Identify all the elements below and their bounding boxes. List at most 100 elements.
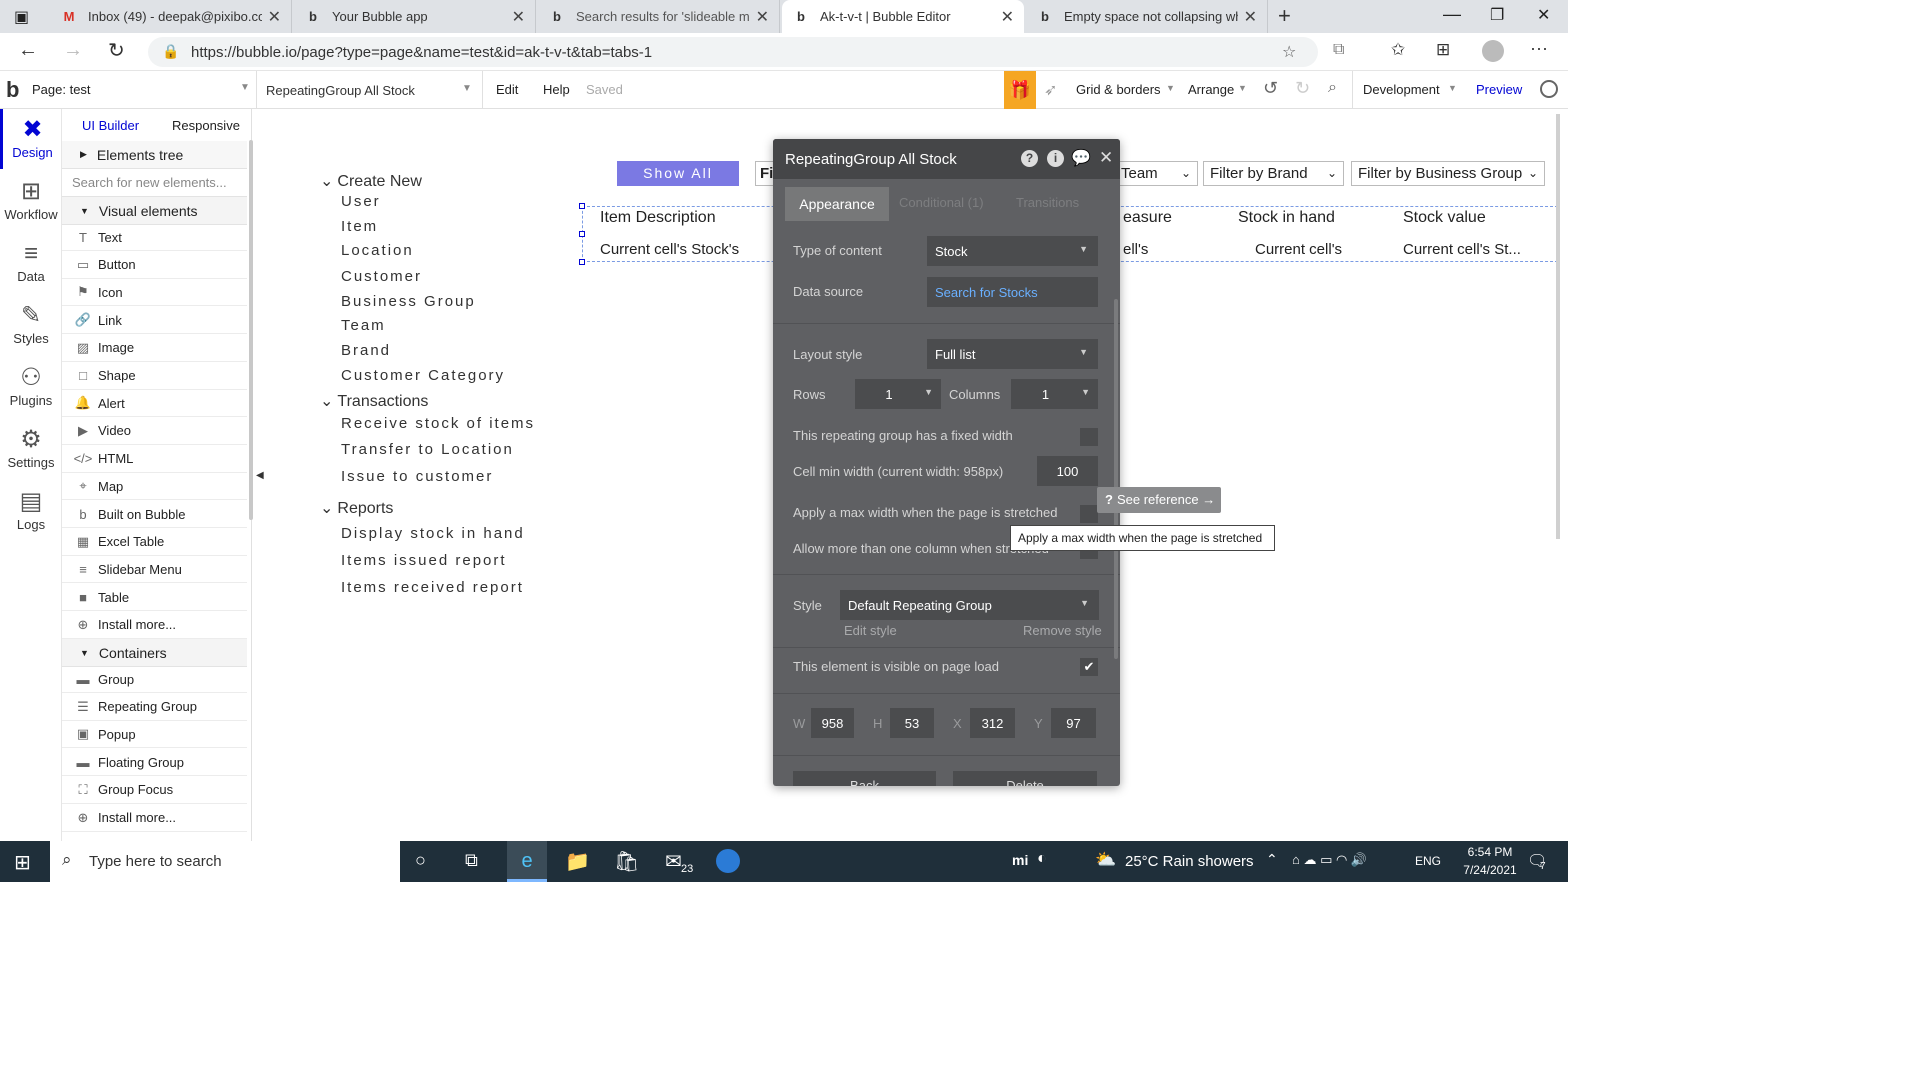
menu-section-header[interactable]: ⌄ Transactions [320, 391, 428, 411]
development-menu[interactable]: Development [1363, 82, 1440, 97]
element-selector[interactable]: RepeatingGroup All Stock [266, 83, 415, 98]
browser-tab-forum[interactable]: b Empty space not collapsing whe ✕ [1026, 0, 1268, 33]
style-dropdown[interactable]: Default Repeating Group ▼ [840, 590, 1099, 620]
menu-item[interactable]: Item [341, 218, 378, 235]
bottom-button-2[interactable]: Delete [953, 771, 1097, 786]
menu-item[interactable]: Location [341, 242, 414, 259]
language-indicator[interactable]: ENG [1415, 854, 1441, 868]
palette-item-install-more[interactable]: ⊕ Install more... [62, 805, 247, 832]
edit-menu[interactable]: Edit [496, 82, 518, 97]
clock-date[interactable]: 7/24/2021 [1458, 863, 1522, 877]
menu-section-header[interactable]: ⌄ Create New [320, 171, 422, 191]
info-icon[interactable]: i [1047, 150, 1064, 167]
collections-icon[interactable]: ⊞ [1436, 40, 1450, 60]
menu-item[interactable]: Brand [341, 342, 391, 359]
search-icon[interactable]: ⌕ [1328, 79, 1337, 97]
chevron-up-icon[interactable]: ⌃ [1266, 851, 1278, 868]
visible-on-load-checkbox[interactable]: ✔ [1080, 658, 1098, 676]
x-input[interactable]: 312 [970, 708, 1015, 738]
rail-plugins[interactable]: ⚇ Plugins [0, 357, 62, 417]
preview-link[interactable]: Preview [1476, 82, 1522, 97]
menu-item[interactable]: Display stock in hand [341, 525, 525, 542]
taskbar-search-box[interactable]: ⌕ Type here to search [50, 841, 400, 882]
fixed-width-checkbox[interactable] [1080, 428, 1098, 446]
palette-item-built-on-bubble[interactable]: b Built on Bubble [62, 501, 247, 528]
new-tab-icon[interactable]: + [1278, 3, 1291, 29]
width-input[interactable]: 958 [811, 708, 854, 738]
layout-style-dropdown[interactable]: Full list ▼ [927, 339, 1098, 369]
tab-transitions[interactable]: Transitions [1016, 195, 1079, 210]
menu-item[interactable]: Team [341, 317, 386, 334]
menu-item[interactable]: Business Group [341, 293, 476, 310]
minimize-icon[interactable]: — [1443, 4, 1461, 25]
extensions-icon[interactable]: ⧉ [1333, 41, 1344, 59]
palette-item-image[interactable]: ▨ Image [62, 335, 247, 362]
gift-icon[interactable]: 🎁 [1004, 71, 1036, 109]
cortana-icon[interactable]: ○ [415, 850, 426, 871]
height-input[interactable]: 53 [890, 708, 934, 738]
task-view-icon[interactable]: ⧉ [465, 850, 478, 871]
rows-dropdown[interactable]: 1 ▼ [855, 379, 941, 409]
help-menu[interactable]: Help [543, 82, 570, 97]
reload-icon[interactable]: ↻ [108, 38, 125, 63]
close-icon[interactable]: ✕ [1001, 7, 1014, 27]
rail-logs[interactable]: ▤ Logs [0, 481, 62, 541]
palette-item-slidebar-menu[interactable]: ≡ Slidebar Menu [62, 556, 247, 584]
rail-styles[interactable]: ✎ Styles [0, 295, 62, 355]
palette-scrollbar[interactable] [249, 140, 253, 520]
app-icon[interactable] [716, 849, 740, 873]
favorites-icon[interactable]: ✩ [1391, 40, 1405, 60]
clock-time[interactable]: 6:54 PM [1458, 845, 1522, 859]
max-width-checkbox[interactable] [1080, 505, 1098, 523]
rail-design[interactable]: ✖ Design [0, 109, 62, 169]
chevron-down-icon[interactable]: ▼ [240, 82, 250, 93]
tab-conditional[interactable]: Conditional (1) [899, 195, 984, 210]
tab-actions-icon[interactable]: ▣ [14, 7, 34, 26]
menu-section-header[interactable]: ⌄ Reports [320, 498, 393, 518]
redo-icon[interactable]: ↻ [1295, 78, 1310, 99]
palette-item-excel-table[interactable]: ▦ Excel Table [62, 529, 247, 556]
menu-item[interactable]: Items received report [341, 579, 524, 596]
back-icon[interactable]: ← [18, 39, 38, 62]
palette-item-group-focus[interactable]: ⛶ Group Focus [62, 777, 247, 804]
collapse-panel-icon[interactable]: ◀ [256, 470, 264, 481]
more-options-icon[interactable]: ··· [1530, 38, 1548, 59]
close-icon[interactable]: ✕ [756, 7, 769, 27]
menu-item[interactable]: Transfer to Location [341, 441, 514, 458]
profile-avatar[interactable] [1482, 40, 1504, 62]
palette-item-html[interactable]: </> HTML [62, 446, 247, 473]
browser-tab-bubble-app[interactable]: b Your Bubble app ✕ [294, 0, 536, 33]
palette-item-group[interactable]: ▬ Group [62, 666, 247, 693]
arrange-menu[interactable]: Arrange [1188, 82, 1234, 97]
palette-item-repeating-group[interactable]: ☰ Repeating Group [62, 694, 247, 721]
type-of-content-dropdown[interactable]: Stock ▼ [927, 236, 1098, 266]
rail-settings[interactable]: ⚙ Settings [0, 419, 62, 479]
window-close-icon[interactable]: ✕ [1537, 5, 1550, 25]
account-icon[interactable] [1540, 80, 1558, 98]
filter-business-group-dropdown[interactable]: Filter by Business Group ⌄ [1351, 161, 1545, 186]
page-selector[interactable]: Page: test [32, 82, 91, 97]
resize-handle[interactable] [579, 231, 585, 237]
menu-item[interactable]: Items issued report [341, 552, 507, 569]
element-search-input[interactable]: Search for new elements... [62, 169, 247, 197]
weather-text[interactable]: 25°C Rain showers [1125, 853, 1254, 870]
menu-item[interactable]: Customer Category [341, 367, 505, 384]
bubble-logo-icon[interactable]: b [6, 77, 19, 103]
tab-appearance[interactable]: Appearance [785, 187, 889, 221]
palette-item-link[interactable]: 🔗 Link [62, 307, 247, 335]
palette-item-video[interactable]: ▶ Video [62, 418, 247, 445]
browser-tab-search[interactable]: b Search results for 'slideable men ✕ [538, 0, 780, 33]
edit-style-link[interactable]: Edit style [844, 623, 897, 638]
palette-item-popup[interactable]: ▣ Popup [62, 721, 247, 749]
menu-item[interactable]: Customer [341, 268, 422, 285]
close-icon[interactable]: ✕ [1099, 148, 1113, 168]
menu-item[interactable]: Receive stock of items [341, 415, 535, 432]
filter-brand-dropdown[interactable]: Filter by Brand ⌄ [1203, 161, 1344, 186]
palette-item-text[interactable]: T Text [62, 224, 247, 251]
favorite-add-icon[interactable]: ☆ [1282, 42, 1296, 62]
address-bar[interactable]: 🔒 https://bubble.io/page?type=page&name=… [148, 37, 1318, 67]
rail-workflow[interactable]: ⊞ Workflow [0, 171, 62, 231]
y-input[interactable]: 97 [1051, 708, 1096, 738]
cell-min-width-input[interactable]: 100 [1037, 456, 1098, 486]
pointer-icon[interactable]: ➶ [1044, 80, 1057, 100]
